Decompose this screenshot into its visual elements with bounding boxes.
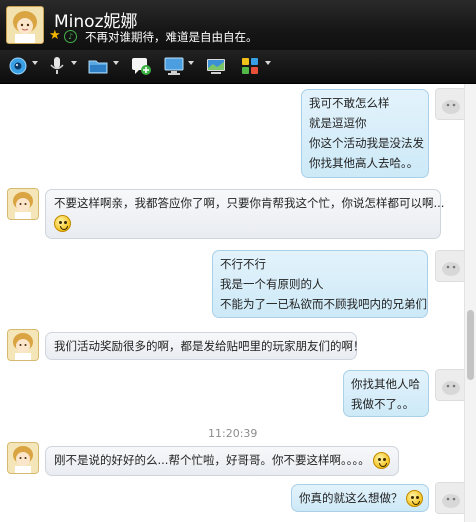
message-line: 不能为了一已私欲而不顾我吧内的兄弟们 xyxy=(220,297,427,311)
message-line: 你真的就这么想做？ xyxy=(299,488,424,508)
message-line: 就是逗逗你 xyxy=(309,116,367,130)
scrollbar-thumb[interactable] xyxy=(467,310,474,380)
add-chat-icon[interactable] xyxy=(130,56,152,76)
message-line: 不行不行 xyxy=(220,257,266,271)
file-transfer-dropdown-arrow[interactable] xyxy=(113,61,119,65)
friend-avatar[interactable] xyxy=(7,329,39,361)
my-avatar[interactable] xyxy=(435,88,467,120)
remote-desktop-dropdown-arrow[interactable] xyxy=(188,61,194,65)
message-line: 我可不敢怎么样 xyxy=(309,96,390,110)
personal-signature: 不再对谁期待，难道是自由自在。 xyxy=(85,30,258,44)
incoming-message: 不要这样啊亲，我都答应你了啊，只要你肯帮我这个忙，你说怎样都可以啊... xyxy=(45,189,445,239)
outgoing-message: 不行不行 我是一个有原则的人 不能为了一已私欲而不顾我吧内的兄弟们 xyxy=(212,250,428,318)
message-scrollbar[interactable] xyxy=(464,84,476,522)
crying-face-emoji-icon xyxy=(54,215,71,232)
friend-avatar[interactable] xyxy=(7,188,39,220)
message-line: 不要这样啊亲，我都答应你了啊，只要你肯帮我这个忙，你说怎样都可以啊... xyxy=(54,196,445,210)
message-list[interactable]: 我可不敢怎么样 就是逗逗你 你这个活动我是没法发 你找其他高人去哈。。 不要这样… xyxy=(0,84,476,522)
laughing-tears-emoji-icon xyxy=(406,490,424,507)
my-avatar[interactable] xyxy=(435,369,467,401)
my-avatar[interactable] xyxy=(435,250,467,282)
remote-desktop-icon[interactable] xyxy=(163,56,185,76)
message-line: 你找其他人哈 xyxy=(351,377,420,391)
message-timestamp: 11:20:39 xyxy=(208,427,258,440)
message-line: 你找其他高人去哈。。 xyxy=(309,156,419,170)
apps-grid-icon[interactable] xyxy=(239,56,261,76)
star-icon: ★ xyxy=(49,28,61,43)
outgoing-message: 我可不敢怎么样 就是逗逗你 你这个活动我是没法发 你找其他高人去哈。。 xyxy=(301,89,429,178)
contact-avatar[interactable] xyxy=(6,6,44,44)
awkward-face-emoji-icon xyxy=(373,452,391,469)
incoming-message: 刚不是说的好好的么...帮个忙啦，好哥哥。你不要这样啊。。。。 xyxy=(45,446,399,476)
level-badge-icon: ♪ xyxy=(64,30,77,43)
message-line: 我做不了。。 xyxy=(351,397,415,411)
apps-dropdown-arrow[interactable] xyxy=(265,61,271,65)
message-line: 刚不是说的好好的么...帮个忙啦，好哥哥。你不要这样啊。。。。 xyxy=(54,450,391,470)
chat-toolbar xyxy=(0,50,476,84)
my-avatar[interactable] xyxy=(435,482,467,514)
message-line: 我们活动奖励很多的啊，都是发给贴吧里的玩家朋友们的啊！ xyxy=(54,339,365,353)
message-line: 你这个活动我是没法发 xyxy=(309,136,424,150)
friend-avatar[interactable] xyxy=(7,442,39,474)
webcam-icon[interactable] xyxy=(7,56,29,76)
microphone-dropdown-arrow[interactable] xyxy=(71,61,77,65)
outgoing-message: 你真的就这么想做？ xyxy=(291,484,429,512)
outgoing-message: 你找其他人哈 我做不了。。 xyxy=(343,370,429,417)
chat-header: Minoz妮娜 ★ ♪ 不再对谁期待，难道是自由自在。 xyxy=(0,0,476,50)
message-line: 我是一个有原则的人 xyxy=(220,277,324,291)
file-transfer-icon[interactable] xyxy=(87,56,109,76)
app-share-icon[interactable] xyxy=(205,56,227,76)
microphone-icon[interactable] xyxy=(46,56,68,76)
webcam-dropdown-arrow[interactable] xyxy=(32,61,38,65)
incoming-message: 我们活动奖励很多的啊，都是发给贴吧里的玩家朋友们的啊！ xyxy=(45,332,365,360)
